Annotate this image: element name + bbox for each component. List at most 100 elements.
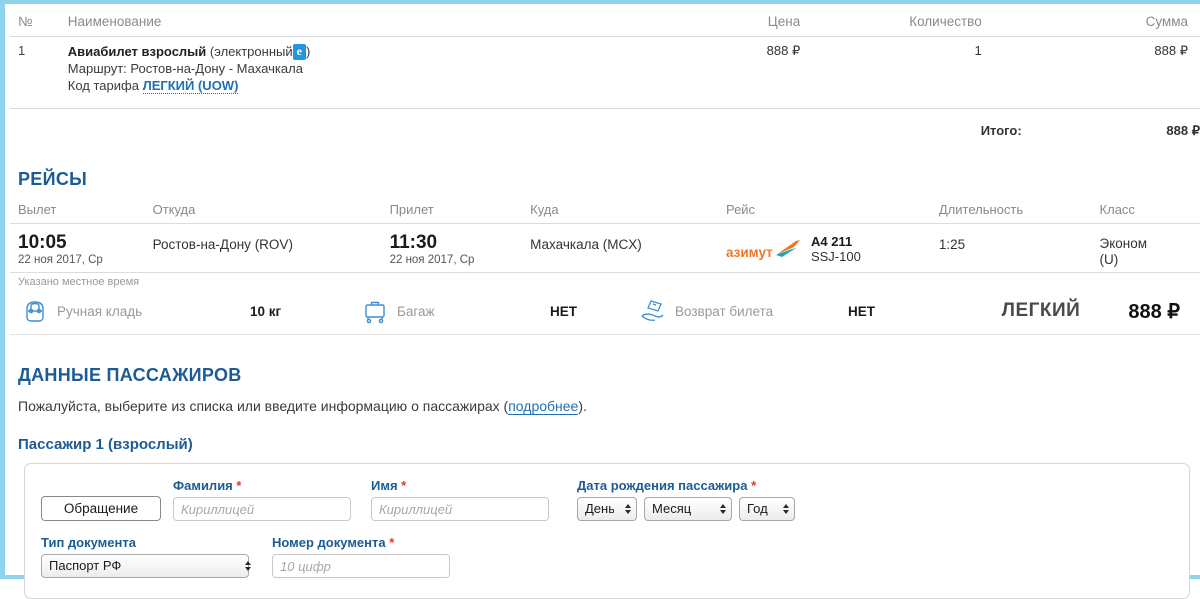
passengers-intro: Пожалуйста, выберите из списка или введи… — [10, 396, 1200, 415]
svg-text:азимут: азимут — [726, 245, 773, 260]
flight-departure-date: 22 ноя 2017, Ср — [18, 254, 103, 266]
flights-col-class: Класс — [1099, 200, 1200, 224]
service-refund: Возврат билета — [638, 297, 848, 325]
birth-month-select[interactable]: Месяц — [644, 497, 732, 521]
passenger-1-title: Пассажир 1 (взрослый) — [18, 436, 193, 453]
flights-col-departure: Вылет — [10, 200, 153, 224]
local-time-note: Указано местное время — [18, 276, 140, 288]
flight-to-airport: Махачкала (MCX) — [530, 237, 642, 252]
birthdate-label: Дата рождения пассажира * — [577, 478, 795, 493]
birth-year-select-wrap: Год — [739, 497, 795, 521]
order-item-electronic-close: ) — [305, 44, 311, 59]
passengers-heading: ДАННЫЕ ПАССАЖИРОВ — [18, 365, 242, 385]
fare-services-row: Ручная кладь 10 кг Багаж НЕТ Возврат бил… — [10, 288, 1200, 335]
birth-day-select-wrap: День — [577, 497, 637, 521]
order-table-header-row: № Наименование Цена Количество Сумма — [10, 8, 1200, 37]
flight-row: 10:05 22 ноя 2017, Ср Ростов-на-Дону (RO… — [10, 223, 1200, 273]
baggage-label: Багаж — [397, 303, 435, 319]
passenger-form-row-2: Тип документа Паспорт РФ Номер документа… — [41, 535, 1173, 578]
refund-label: Возврат билета — [675, 303, 774, 319]
birthdate-field: Дата рождения пассажира * День Месяц Год — [577, 478, 795, 521]
flight-class-code: (U) — [1099, 252, 1119, 267]
document-number-required-mark: * — [389, 535, 395, 550]
service-hand-luggage: Ручная кладь — [20, 297, 250, 325]
flights-header-row: Вылет Откуда Прилет Куда Рейс Длительнос… — [10, 200, 1200, 224]
order-item-route: Маршрут: Ростов-на-Дону - Махачкала — [67, 61, 303, 76]
passengers-intro-after: ). — [578, 398, 587, 414]
flight-arrival-cell: 11:30 22 ноя 2017, Ср — [389, 223, 531, 273]
order-row-qty: 1 — [822, 36, 1022, 109]
surname-label-text: Фамилия — [173, 478, 233, 493]
flights-col-arrival: Прилет — [389, 200, 531, 224]
flight-from-airport: Ростов-на-Дону (ROV) — [152, 237, 293, 252]
flights-col-from: Откуда — [152, 200, 390, 224]
flight-to-cell: Махачкала (MCX) — [530, 223, 726, 273]
hand-luggage-label: Ручная кладь — [57, 303, 143, 319]
total-spacer-2 — [68, 109, 683, 146]
flight-arrival-time: 11:30 — [389, 232, 438, 253]
refund-value: НЕТ — [848, 303, 875, 319]
flight-number-cell: азимут A4 211 SSJ-100 — [725, 223, 939, 273]
order-row-description: Авиабилет взрослый (электронный e) Маршру… — [67, 36, 683, 109]
flights-col-to: Куда — [530, 200, 726, 224]
firstname-label: Имя * — [371, 478, 561, 493]
surname-label: Фамилия * — [173, 478, 363, 493]
passengers-intro-before: Пожалуйста, выберите из списка или введи… — [18, 398, 509, 414]
document-type-select[interactable]: Паспорт РФ — [41, 554, 249, 578]
birthdate-label-text: Дата рождения пассажира — [577, 478, 748, 493]
page-frame: № Наименование Цена Количество Сумма 1 А… — [0, 0, 1200, 599]
document-number-label-text: Номер документа — [272, 535, 386, 550]
order-item-electronic-open: (электронный — [209, 44, 293, 59]
birth-month-select-wrap: Месяц — [644, 497, 732, 521]
flight-duration-cell: 1:25 — [938, 223, 1100, 273]
fare-total-price: 888 ₽ — [1128, 300, 1180, 323]
electronic-ticket-badge-icon: e — [292, 44, 306, 60]
flights-col-duration: Длительность — [938, 200, 1100, 224]
order-row-sum: 888 ₽ — [1021, 36, 1200, 109]
flight-class-name: Эконом — [1099, 236, 1148, 251]
order-total-value: 888 ₽ — [1166, 123, 1200, 138]
fare-name: ЛЕГКИЙ — [1001, 300, 1081, 321]
order-item-fare: Код тарифа ЛЕГКИЙ (UOW) — [68, 77, 683, 94]
order-table: № Наименование Цена Количество Сумма 1 А… — [10, 8, 1200, 145]
birth-day-select[interactable]: День — [577, 497, 637, 521]
fare-code-link[interactable]: ЛЕГКИЙ (UOW) — [142, 78, 239, 94]
passenger-form-row-1: Обращение Фамилия * Имя * Дата рождения … — [41, 478, 1173, 521]
document-number-field: Номер документа * — [272, 535, 462, 578]
flight-number: A4 211 — [810, 234, 853, 249]
page-content: № Наименование Цена Количество Сумма 1 А… — [10, 8, 1200, 599]
col-header-price: Цена — [682, 8, 823, 37]
firstname-label-text: Имя — [371, 478, 398, 493]
order-total-row: Итого: 888 ₽ — [10, 109, 1200, 146]
document-number-input[interactable] — [272, 554, 450, 578]
flights-col-flight: Рейс — [725, 200, 939, 224]
total-spacer-1 — [10, 109, 68, 146]
ticket-hand-icon — [638, 297, 668, 325]
flight-departure-cell: 10:05 22 ноя 2017, Ср — [10, 223, 153, 273]
luggage-cart-icon — [360, 297, 390, 325]
salutation-button[interactable]: Обращение — [41, 496, 161, 521]
order-row-num: 1 — [10, 36, 68, 109]
hand-luggage-value: 10 кг — [250, 303, 282, 319]
total-spacer-3 — [683, 109, 823, 146]
passengers-details-link[interactable]: подробнее — [508, 398, 579, 415]
flights-table: Вылет Откуда Прилет Куда Рейс Длительнос… — [10, 200, 1200, 273]
azimuth-airline-logo-icon: азимут — [726, 237, 802, 263]
baggage-value: НЕТ — [550, 303, 577, 319]
col-header-num: № — [10, 8, 68, 37]
flight-departure-time: 10:05 — [18, 232, 67, 253]
birth-year-select[interactable]: Год — [739, 497, 795, 521]
order-item-title-bold: Авиабилет взрослый — [67, 44, 207, 59]
flights-heading: РЕЙСЫ — [18, 169, 88, 189]
flight-duration: 1:25 — [938, 237, 966, 252]
flight-number-block: A4 211 SSJ-100 — [811, 234, 861, 265]
col-header-sum: Сумма — [1021, 8, 1200, 37]
document-type-select-wrap: Паспорт РФ — [41, 554, 263, 578]
surname-input[interactable] — [173, 497, 351, 521]
firstname-input[interactable] — [371, 497, 549, 521]
service-baggage: Багаж — [360, 297, 550, 325]
document-number-label: Номер документа * — [272, 535, 462, 550]
order-row: 1 Авиабилет взрослый (электронный e) Марш… — [10, 36, 1200, 109]
fare-code-prefix: Код тарифа — [67, 78, 139, 93]
col-header-qty: Количество — [822, 8, 1022, 37]
